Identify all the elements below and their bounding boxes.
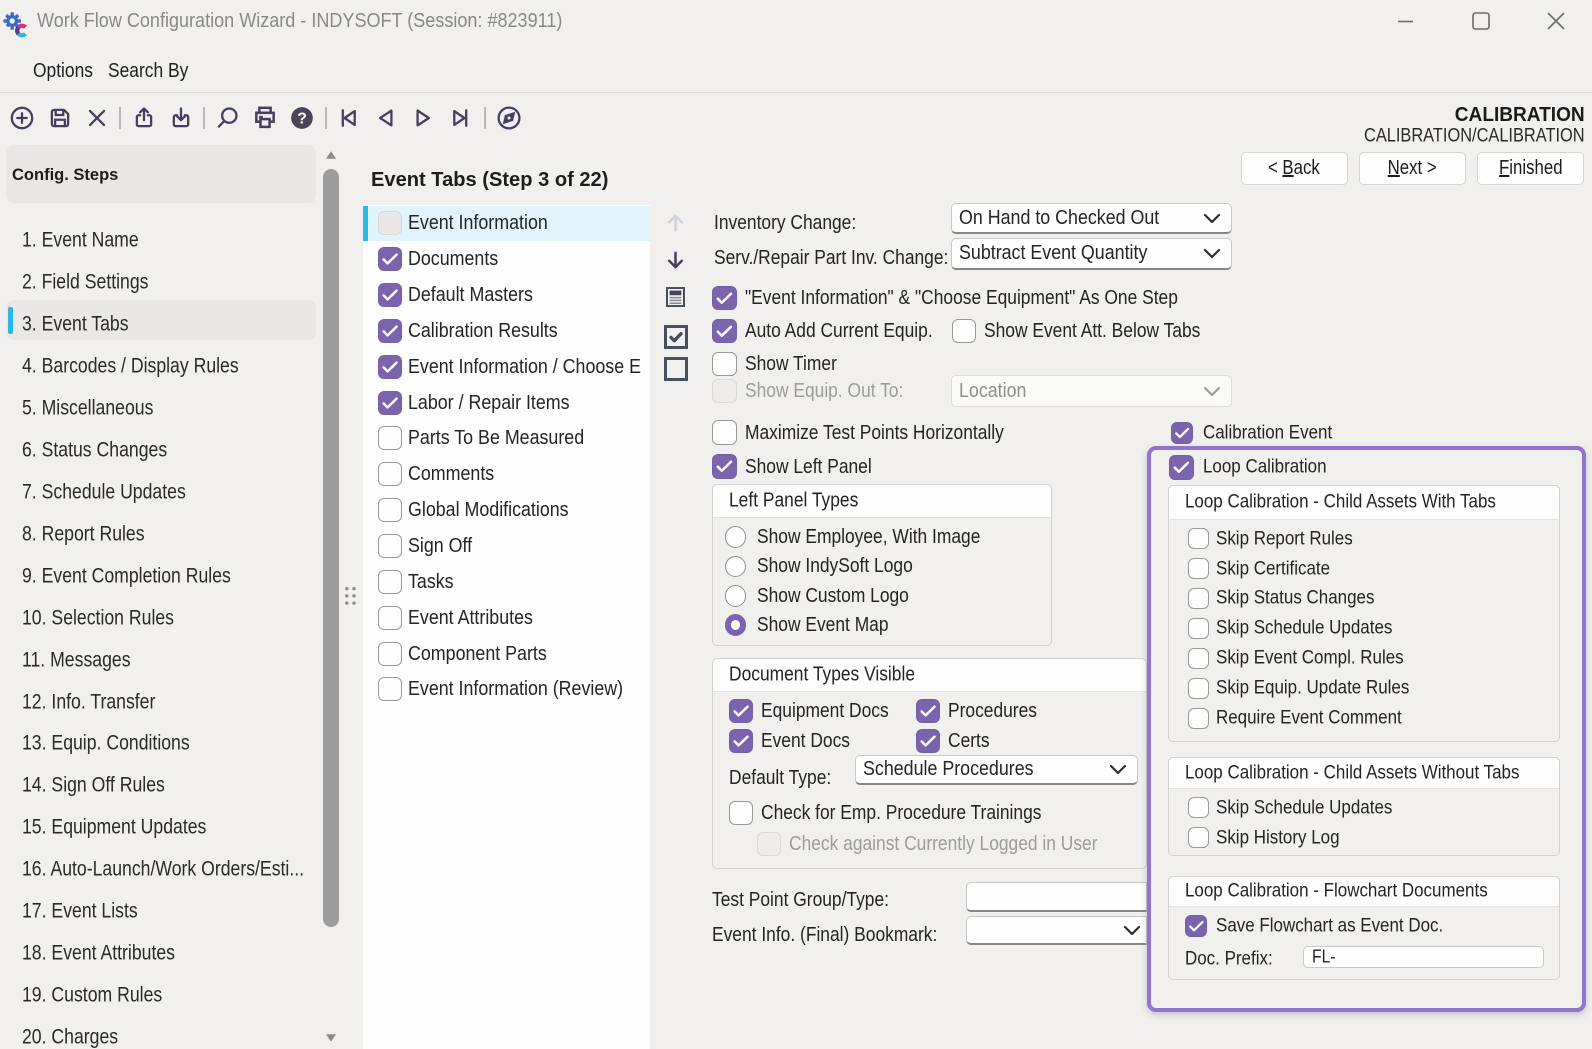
svg-text:?: ?	[297, 111, 307, 128]
